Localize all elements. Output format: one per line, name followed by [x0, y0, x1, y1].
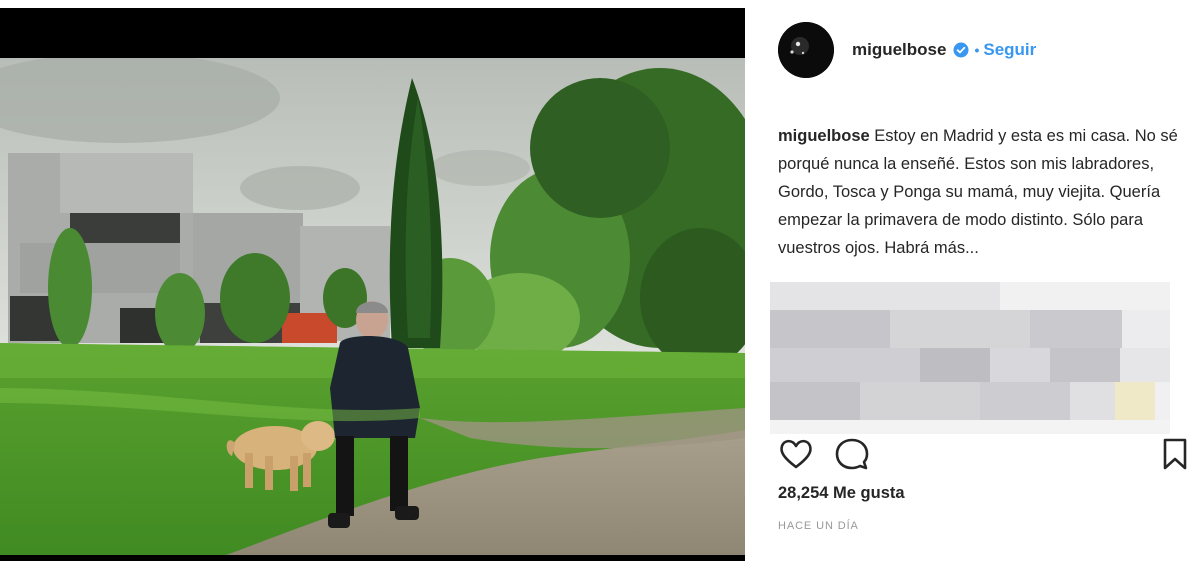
caption-text: Estoy en Madrid y esta es mi casa. No sé… [778, 127, 1178, 257]
follow-button[interactable]: Seguir [983, 40, 1036, 60]
heart-icon[interactable] [778, 436, 814, 472]
post-caption: miguelbose Estoy en Madrid y esta es mi … [778, 122, 1188, 262]
bookmark-icon[interactable] [1160, 436, 1190, 472]
photo-letterbox-bottom [0, 555, 745, 561]
comment-bubble-icon[interactable] [834, 436, 870, 472]
verified-badge-icon [953, 42, 969, 58]
likes-count[interactable]: 28,254 Me gusta [778, 484, 905, 503]
post-photo[interactable] [0, 58, 745, 561]
caption-username-link[interactable]: miguelbose [778, 127, 870, 145]
post-timestamp: HACE UN DÍA [778, 520, 859, 532]
post-photo-panel [0, 8, 745, 561]
post-side-panel: miguelbose • Seguir miguelbose Estoy en … [746, 0, 1200, 569]
separator-dot: • [974, 42, 980, 58]
username-link[interactable]: miguelbose [852, 40, 946, 60]
post-header: miguelbose • Seguir [778, 20, 1036, 80]
post-actions [778, 434, 1187, 474]
photo-letterbox-top [0, 8, 745, 58]
pixelated-comments [770, 282, 1170, 434]
avatar[interactable] [778, 22, 834, 78]
